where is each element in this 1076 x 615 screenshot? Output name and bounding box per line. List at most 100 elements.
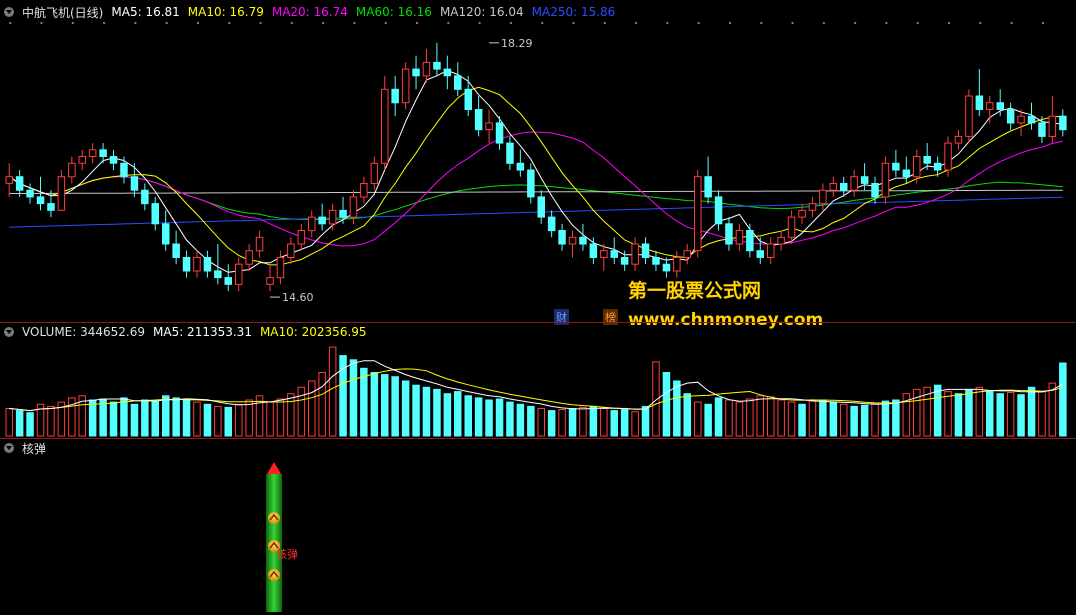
volume-bar (589, 405, 598, 437)
candle-body (986, 102, 994, 110)
candle-body (36, 196, 45, 205)
candle-body (433, 61, 441, 70)
candle-body (558, 230, 566, 245)
volume-bar (130, 403, 139, 437)
candle-body (871, 183, 879, 198)
volume-bar (600, 408, 608, 437)
volume-bar (26, 412, 34, 437)
candle-body (829, 183, 838, 191)
candle-body (600, 250, 608, 258)
volume-bar (454, 391, 462, 437)
volume-bar (840, 403, 848, 437)
nuke-signal-label: 核弹 (276, 548, 298, 561)
volume-bar (1006, 392, 1015, 437)
candlestick-chart[interactable]: 18.29 14.60 (0, 0, 1076, 322)
volume-bar (255, 395, 264, 437)
candle-body (1059, 115, 1067, 131)
candle-body (516, 162, 525, 171)
ma120-line (9, 189, 1063, 194)
candle-body (840, 183, 848, 191)
volume-bar (913, 388, 921, 437)
candle-body (714, 196, 723, 225)
volume-bar (547, 410, 556, 437)
volume-bar (381, 374, 389, 437)
signal-dot (509, 22, 512, 24)
indicator-menu-icon[interactable] (4, 443, 14, 453)
candle-body (506, 142, 514, 164)
candle-body (162, 223, 170, 245)
candle-body (172, 243, 180, 258)
volume-bar (944, 391, 952, 437)
candle-body (266, 277, 274, 285)
separator-volume (0, 438, 1076, 439)
volume-bar (401, 380, 410, 437)
candle-body (1027, 115, 1036, 124)
candle-body (1038, 122, 1046, 137)
candle-body (589, 243, 598, 258)
candle-body (485, 122, 493, 131)
candle-body (547, 216, 556, 232)
volume-bar (673, 380, 681, 437)
volume-bar (391, 376, 399, 437)
candle-body (933, 162, 942, 171)
candle-body (26, 189, 34, 198)
signal-dot (259, 22, 262, 24)
volume-bar (464, 395, 472, 437)
candle-body (224, 277, 232, 285)
signal-dot (603, 22, 606, 24)
candle-body (787, 216, 796, 238)
volume-bar (370, 372, 379, 437)
candle-body (860, 176, 869, 184)
volume-bar (1017, 394, 1025, 437)
volume-bar (986, 390, 994, 437)
candle-body (944, 142, 952, 171)
volume-bar (714, 397, 723, 437)
signal-dot (948, 22, 951, 24)
candle-body (756, 250, 764, 258)
candle-body (245, 250, 253, 265)
volume-ma5-line (9, 360, 1064, 412)
candle-body (579, 236, 587, 245)
volume-bar (172, 397, 180, 437)
volume-bar (923, 386, 931, 437)
volume-bar (892, 399, 900, 437)
candle-body (130, 176, 139, 191)
volume-bar (349, 359, 358, 437)
candle-body (120, 162, 128, 178)
volume-bar (558, 409, 566, 437)
volume-bar (245, 399, 253, 437)
candle-body (182, 257, 191, 272)
volume-bar (506, 401, 514, 437)
indicator-header: 核弹 (4, 440, 46, 456)
candle-body (746, 230, 754, 252)
separator-main (0, 322, 1076, 323)
volume-bar (297, 386, 306, 437)
volume-bar (568, 408, 577, 437)
signal-dot (447, 22, 450, 24)
candle-body (913, 156, 921, 178)
signal-dot (572, 22, 575, 24)
volume-bar (871, 402, 879, 437)
volume-ma5-label: MA5: 211353.31 (153, 325, 252, 339)
signal-dot (416, 22, 419, 24)
candle-body (297, 230, 306, 245)
candle-body (975, 95, 984, 110)
candle-body (454, 75, 462, 90)
candle-body (495, 122, 504, 144)
volume-bar (308, 380, 316, 437)
volume-bar (1038, 391, 1046, 437)
price-marker-label: 18.29 (501, 37, 533, 50)
candle-body (735, 230, 744, 245)
candle-body (68, 162, 76, 178)
volume-bar (1059, 362, 1067, 437)
candle-body (203, 257, 212, 272)
volume-menu-icon[interactable] (4, 327, 14, 337)
volume-bar (1048, 382, 1057, 437)
volume-bar (88, 399, 97, 437)
candle-body (287, 243, 295, 258)
candle-body (464, 88, 472, 111)
volume-bar (579, 406, 587, 437)
signal-dot (728, 22, 731, 24)
candle-body (15, 176, 24, 191)
volume-bar (99, 398, 107, 437)
